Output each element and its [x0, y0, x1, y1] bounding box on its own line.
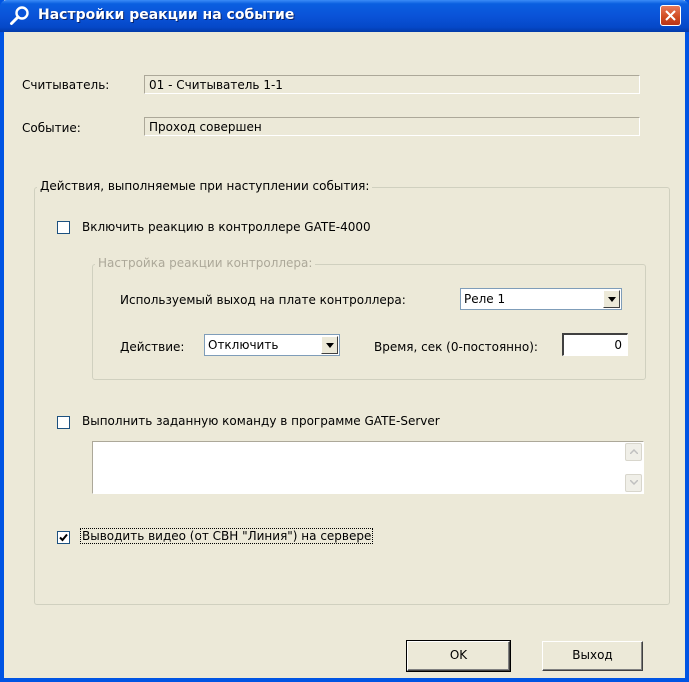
controller-reaction-label[interactable]: Включить реакцию в контроллере GATE-4000 [82, 220, 371, 234]
reader-field: 01 - Считыватель 1-1 [144, 75, 640, 94]
chevron-down-icon [630, 480, 638, 485]
command-textarea[interactable] [92, 441, 644, 494]
chevron-up-icon [630, 449, 638, 454]
close-button[interactable] [660, 5, 681, 26]
video-checkbox[interactable] [57, 531, 70, 544]
ok-button[interactable]: OK [406, 640, 511, 672]
time-label: Время, сек (0-постоянно): [374, 340, 538, 354]
checkmark-icon [59, 533, 68, 542]
action-label: Действие: [120, 340, 185, 354]
output-select-value: Реле 1 [464, 292, 506, 306]
controller-settings-title: Настройка реакции контроллера: [95, 256, 316, 270]
exit-button[interactable]: Выход [542, 641, 643, 671]
command-checkbox[interactable] [57, 416, 70, 429]
action-select-value: Отключить [208, 338, 279, 352]
video-label[interactable]: Выводить видео (от СВН "Линия") на серве… [80, 528, 374, 544]
reader-value: 01 - Считыватель 1-1 [149, 78, 283, 92]
close-icon [665, 10, 676, 21]
time-input-value: 0 [614, 338, 622, 352]
output-label: Используемый выход на плате контроллера: [120, 293, 406, 307]
output-select[interactable]: Реле 1 [460, 288, 622, 310]
action-select[interactable]: Отключить [204, 334, 340, 356]
event-label: Событие: [22, 121, 81, 135]
controller-reaction-checkbox[interactable] [57, 221, 70, 234]
event-value: Проход совершен [149, 120, 262, 134]
window-title: Настройки реакции на событие [38, 7, 295, 23]
wrench-icon [9, 6, 29, 26]
chevron-down-icon[interactable] [603, 290, 620, 308]
scroll-down-button[interactable] [625, 474, 642, 492]
dialog-window: Настройки реакции на событие Считыватель… [0, 0, 689, 682]
chevron-down-icon[interactable] [321, 336, 338, 354]
title-bar[interactable]: Настройки реакции на событие [0, 0, 689, 32]
event-field: Проход совершен [144, 117, 640, 136]
time-input[interactable]: 0 [562, 333, 628, 356]
actions-group-title: Действия, выполняемые при наступлении со… [37, 179, 373, 193]
reader-label: Считыватель: [22, 78, 110, 92]
scroll-up-button[interactable] [625, 443, 642, 461]
controller-settings-group [92, 264, 646, 380]
command-label[interactable]: Выполнить заданную команду в программе G… [82, 414, 440, 428]
